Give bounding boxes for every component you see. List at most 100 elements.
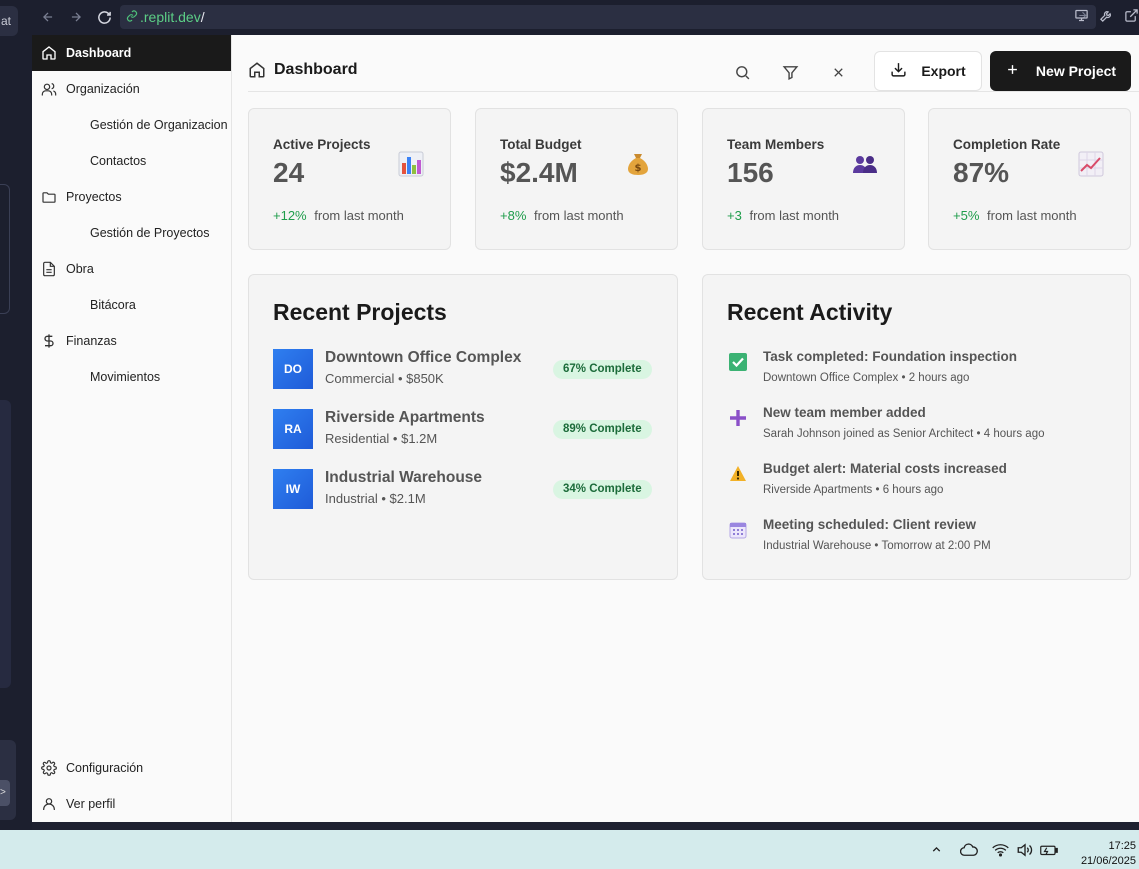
activity-item: New team member added Sarah Johnson join…: [727, 405, 1127, 449]
browser-tools: [1074, 8, 1139, 26]
activity-meta: Downtown Office Complex • 2 hours ago: [763, 372, 970, 384]
url-path: /: [200, 9, 205, 25]
user-icon: [41, 796, 57, 812]
app-window: Dashboard Organización Gestión de Organi…: [32, 35, 1139, 822]
link-icon: [126, 9, 138, 25]
stat-change: +8% from last month: [500, 208, 624, 223]
sidebar-item-label: Dashboard: [66, 46, 132, 60]
stat-change: +12% from last month: [273, 208, 404, 223]
project-avatar: IW: [273, 469, 313, 509]
new-project-button[interactable]: New Project: [990, 51, 1131, 91]
forward-icon[interactable]: [62, 3, 90, 31]
search-icon[interactable]: [732, 62, 752, 82]
stat-change: +5% from last month: [953, 208, 1077, 223]
stat-change-text: from last month: [314, 208, 404, 223]
sidebar-item-obra[interactable]: Obra: [32, 251, 231, 287]
activity-title: Budget alert: Material costs increased: [763, 461, 1007, 476]
outer-panel-2: [0, 400, 11, 688]
stat-change-text: from last month: [534, 208, 624, 223]
stat-change-value: +8%: [500, 208, 527, 223]
stat-change-text: from last month: [749, 208, 840, 223]
clock-date: 21/06/2025: [1080, 855, 1136, 867]
volume-icon[interactable]: [1016, 843, 1034, 860]
taskbar: 17:25 21/06/2025: [0, 830, 1139, 869]
wifi-icon[interactable]: [992, 843, 1009, 860]
sidebar-item-label: Ver perfil: [66, 797, 116, 811]
filter-icon[interactable]: [780, 62, 800, 82]
reload-icon[interactable]: [90, 3, 118, 31]
new-project-label: New Project: [1035, 63, 1117, 79]
battery-icon[interactable]: [1040, 843, 1058, 860]
users-icon: [41, 81, 57, 97]
project-avatar: RA: [273, 409, 313, 449]
sidebar-item-label: Bitácora: [90, 298, 136, 312]
plus-icon: [1005, 62, 1020, 80]
sidebar-item-ver-perfil[interactable]: Ver perfil: [32, 786, 231, 822]
export-button[interactable]: Export: [874, 51, 982, 91]
document-icon: [41, 261, 57, 277]
project-item[interactable]: IW Industrial Warehouse Industrial • $2.…: [273, 469, 653, 511]
sidebar-item-label: Organización: [66, 82, 140, 96]
clock[interactable]: 17:25 21/06/2025: [1081, 839, 1136, 869]
project-avatar: DO: [273, 349, 313, 389]
project-name: Downtown Office Complex: [325, 349, 522, 366]
svg-text:$: $: [635, 163, 642, 174]
cloud-icon[interactable]: [959, 843, 978, 860]
stat-card-completion-rate: Completion Rate 87% +5% from last month: [928, 108, 1131, 250]
devices-icon[interactable]: [1074, 8, 1089, 26]
sidebar-item-label: Obra: [66, 262, 94, 276]
sidebar-item-configuracion[interactable]: Configuración: [32, 750, 231, 786]
sidebar-item-label: Movimientos: [90, 370, 161, 384]
project-item[interactable]: RA Riverside Apartments Residential • $1…: [273, 409, 653, 451]
recent-projects-card: Recent Projects DO Downtown Office Compl…: [248, 274, 678, 580]
activity-item: Meeting scheduled: Client review Industr…: [727, 517, 1127, 561]
clock-time: 17:25: [1108, 840, 1136, 852]
outer-panel: [0, 184, 10, 314]
sidebar-item-finanzas[interactable]: Finanzas: [32, 323, 231, 359]
stat-change-value: +3: [727, 208, 742, 223]
activity-meta: Riverside Apartments • 6 hours ago: [763, 484, 944, 496]
recent-projects-title: Recent Projects: [273, 299, 447, 325]
close-icon[interactable]: [828, 62, 848, 82]
outer-tab-label: at: [1, 14, 12, 28]
sidebar-item-proyectos[interactable]: Proyectos: [32, 179, 231, 215]
stat-value: $2.4M: [500, 157, 578, 188]
sidebar-item-organizacion[interactable]: Organización: [32, 71, 231, 107]
sidebar-item-dashboard[interactable]: Dashboard: [32, 35, 231, 71]
stat-card-total-budget: Total Budget $2.4M $ +8% from last month: [475, 108, 678, 250]
main-content: Dashboard Export New Project Active Proj…: [232, 35, 1139, 822]
export-label: Export: [921, 63, 966, 79]
sidebar-item-bitacora[interactable]: Bitácora: [32, 287, 231, 323]
home-icon: [41, 45, 57, 61]
check-box-emoji-icon: [729, 353, 747, 371]
project-name: Riverside Apartments: [325, 409, 485, 426]
page-title: Dashboard: [248, 61, 358, 79]
sidebar-item-label: Gestión de Proyectos: [90, 226, 210, 240]
sidebar-item-contactos[interactable]: Contactos: [32, 143, 231, 179]
bar-chart-emoji-icon: [398, 151, 424, 177]
activity-title: Meeting scheduled: Client review: [763, 517, 977, 532]
back-icon[interactable]: [34, 3, 62, 31]
sidebar-item-label: Contactos: [90, 154, 147, 168]
project-meta: Industrial • $2.1M: [325, 491, 426, 506]
open-new-window-icon[interactable]: [1124, 8, 1139, 26]
sidebar-item-movimientos[interactable]: Movimientos: [32, 359, 231, 395]
url-bar[interactable]: .replit.dev /: [120, 5, 1096, 29]
outer-ide-strip: at >: [0, 0, 32, 830]
activity-title: Task completed: Foundation inspection: [763, 349, 1018, 364]
outer-terminal-button[interactable]: >: [0, 780, 10, 806]
stat-card-active-projects: Active Projects 24 +12% from last month: [248, 108, 451, 250]
wrench-icon[interactable]: [1099, 8, 1114, 26]
chevron-up-icon[interactable]: [930, 843, 943, 859]
stat-label: Active Projects: [273, 137, 371, 152]
sidebar-item-gestion-organizacion[interactable]: Gestión de Organizacion: [32, 107, 231, 143]
project-name: Industrial Warehouse: [325, 469, 483, 486]
outer-tab[interactable]: at: [0, 6, 18, 36]
sidebar-item-gestion-proyectos[interactable]: Gestión de Proyectos: [32, 215, 231, 251]
activity-item: Budget alert: Material costs increased R…: [727, 461, 1127, 505]
activity-meta: Industrial Warehouse • Tomorrow at 2:00 …: [763, 540, 991, 552]
sidebar-item-label: Finanzas: [66, 334, 117, 348]
project-item[interactable]: DO Downtown Office Complex Commercial • …: [273, 349, 653, 391]
activity-title: New team member added: [763, 405, 926, 420]
stat-change-value: +12%: [273, 208, 307, 223]
